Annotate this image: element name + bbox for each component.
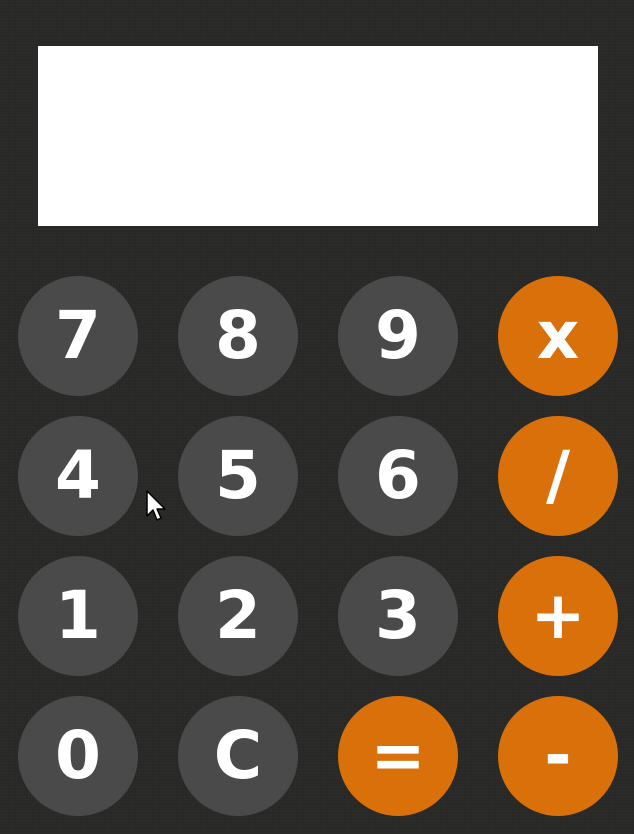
multiply-button[interactable]: x bbox=[498, 276, 618, 396]
subtract-button[interactable]: - bbox=[498, 696, 618, 816]
key-6[interactable]: 6 bbox=[338, 416, 458, 536]
equals-button[interactable]: = bbox=[338, 696, 458, 816]
key-4[interactable]: 4 bbox=[18, 416, 138, 536]
clear-button[interactable]: C bbox=[178, 696, 298, 816]
mouse-pointer-icon bbox=[146, 490, 166, 521]
key-9[interactable]: 9 bbox=[338, 276, 458, 396]
add-button[interactable]: + bbox=[498, 556, 618, 676]
key-5[interactable]: 5 bbox=[178, 416, 298, 536]
key-1[interactable]: 1 bbox=[18, 556, 138, 676]
calculator-display bbox=[38, 46, 598, 226]
key-8[interactable]: 8 bbox=[178, 276, 298, 396]
key-7[interactable]: 7 bbox=[18, 276, 138, 396]
divide-button[interactable]: / bbox=[498, 416, 618, 536]
key-0[interactable]: 0 bbox=[18, 696, 138, 816]
key-3[interactable]: 3 bbox=[338, 556, 458, 676]
calculator: 7 8 9 x 4 5 6 / 1 2 3 + 0 C = - bbox=[0, 0, 634, 834]
key-2[interactable]: 2 bbox=[178, 556, 298, 676]
